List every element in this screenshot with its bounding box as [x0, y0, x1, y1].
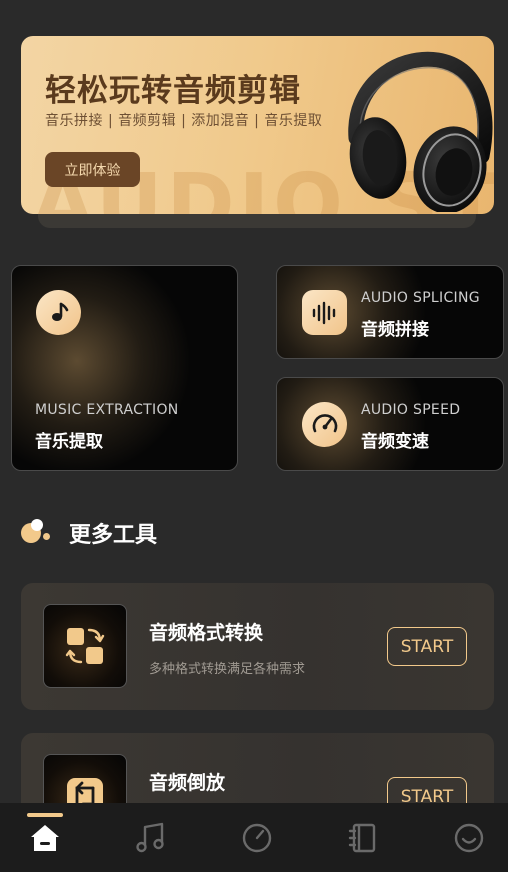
banner-title: 轻松玩转音频剪辑 [45, 73, 301, 109]
nav-active-indicator [27, 813, 63, 817]
music-extraction-en: MUSIC EXTRACTION [35, 402, 179, 418]
tool-title: 音频格式转换 [149, 622, 264, 644]
tool-title: 音频倒放 [149, 772, 226, 794]
music-extraction-card[interactable]: MUSIC EXTRACTION 音乐提取 [11, 265, 238, 471]
audio-splicing-en: AUDIO SPLICING [361, 290, 480, 306]
headphones-icon [348, 51, 493, 212]
music-extraction-cn: 音乐提取 [35, 432, 103, 452]
music-note-icon [36, 290, 81, 335]
audio-splicing-card[interactable]: AUDIO SPLICING 音频拼接 [276, 265, 504, 359]
nav-music[interactable] [121, 803, 181, 872]
section-decor-dot [31, 519, 43, 531]
audio-speed-cn: 音频变速 [361, 432, 429, 452]
banner-subtitle: 音乐拼接 | 音频剪辑 | 添加混音 | 音乐提取 [45, 113, 323, 129]
card-glow [277, 378, 427, 470]
speedometer-icon [302, 402, 347, 447]
section-decor-dot [43, 533, 50, 540]
card-glow [277, 266, 427, 358]
nav-notebook[interactable] [333, 803, 393, 872]
tool-description: 多种格式转换满足各种需求 [149, 662, 306, 677]
format-convert-icon [43, 604, 127, 688]
try-now-button[interactable]: 立即体验 [45, 152, 140, 187]
nav-gauge[interactable] [227, 803, 287, 872]
music-icon [136, 822, 164, 852]
tool-row-format-convert[interactable]: 音频格式转换 多种格式转换满足各种需求 START [21, 583, 494, 710]
audio-speed-en: AUDIO SPEED [361, 402, 461, 418]
audio-speed-card[interactable]: AUDIO SPEED 音频变速 [276, 377, 504, 471]
waveform-icon [302, 290, 347, 335]
section-title: 更多工具 [69, 523, 158, 548]
promo-banner[interactable]: AUDIO STUDIO 轻松玩转音频剪辑 音乐拼接 | 音频剪辑 | 添加混音… [21, 36, 494, 214]
notebook-icon [348, 823, 376, 852]
gauge-icon [242, 823, 272, 852]
nav-profile[interactable] [439, 803, 499, 872]
smile-icon [454, 823, 484, 852]
home-icon [31, 824, 59, 851]
start-button[interactable]: START [387, 627, 467, 666]
bottom-nav [0, 803, 508, 872]
audio-splicing-cn: 音频拼接 [361, 320, 429, 340]
